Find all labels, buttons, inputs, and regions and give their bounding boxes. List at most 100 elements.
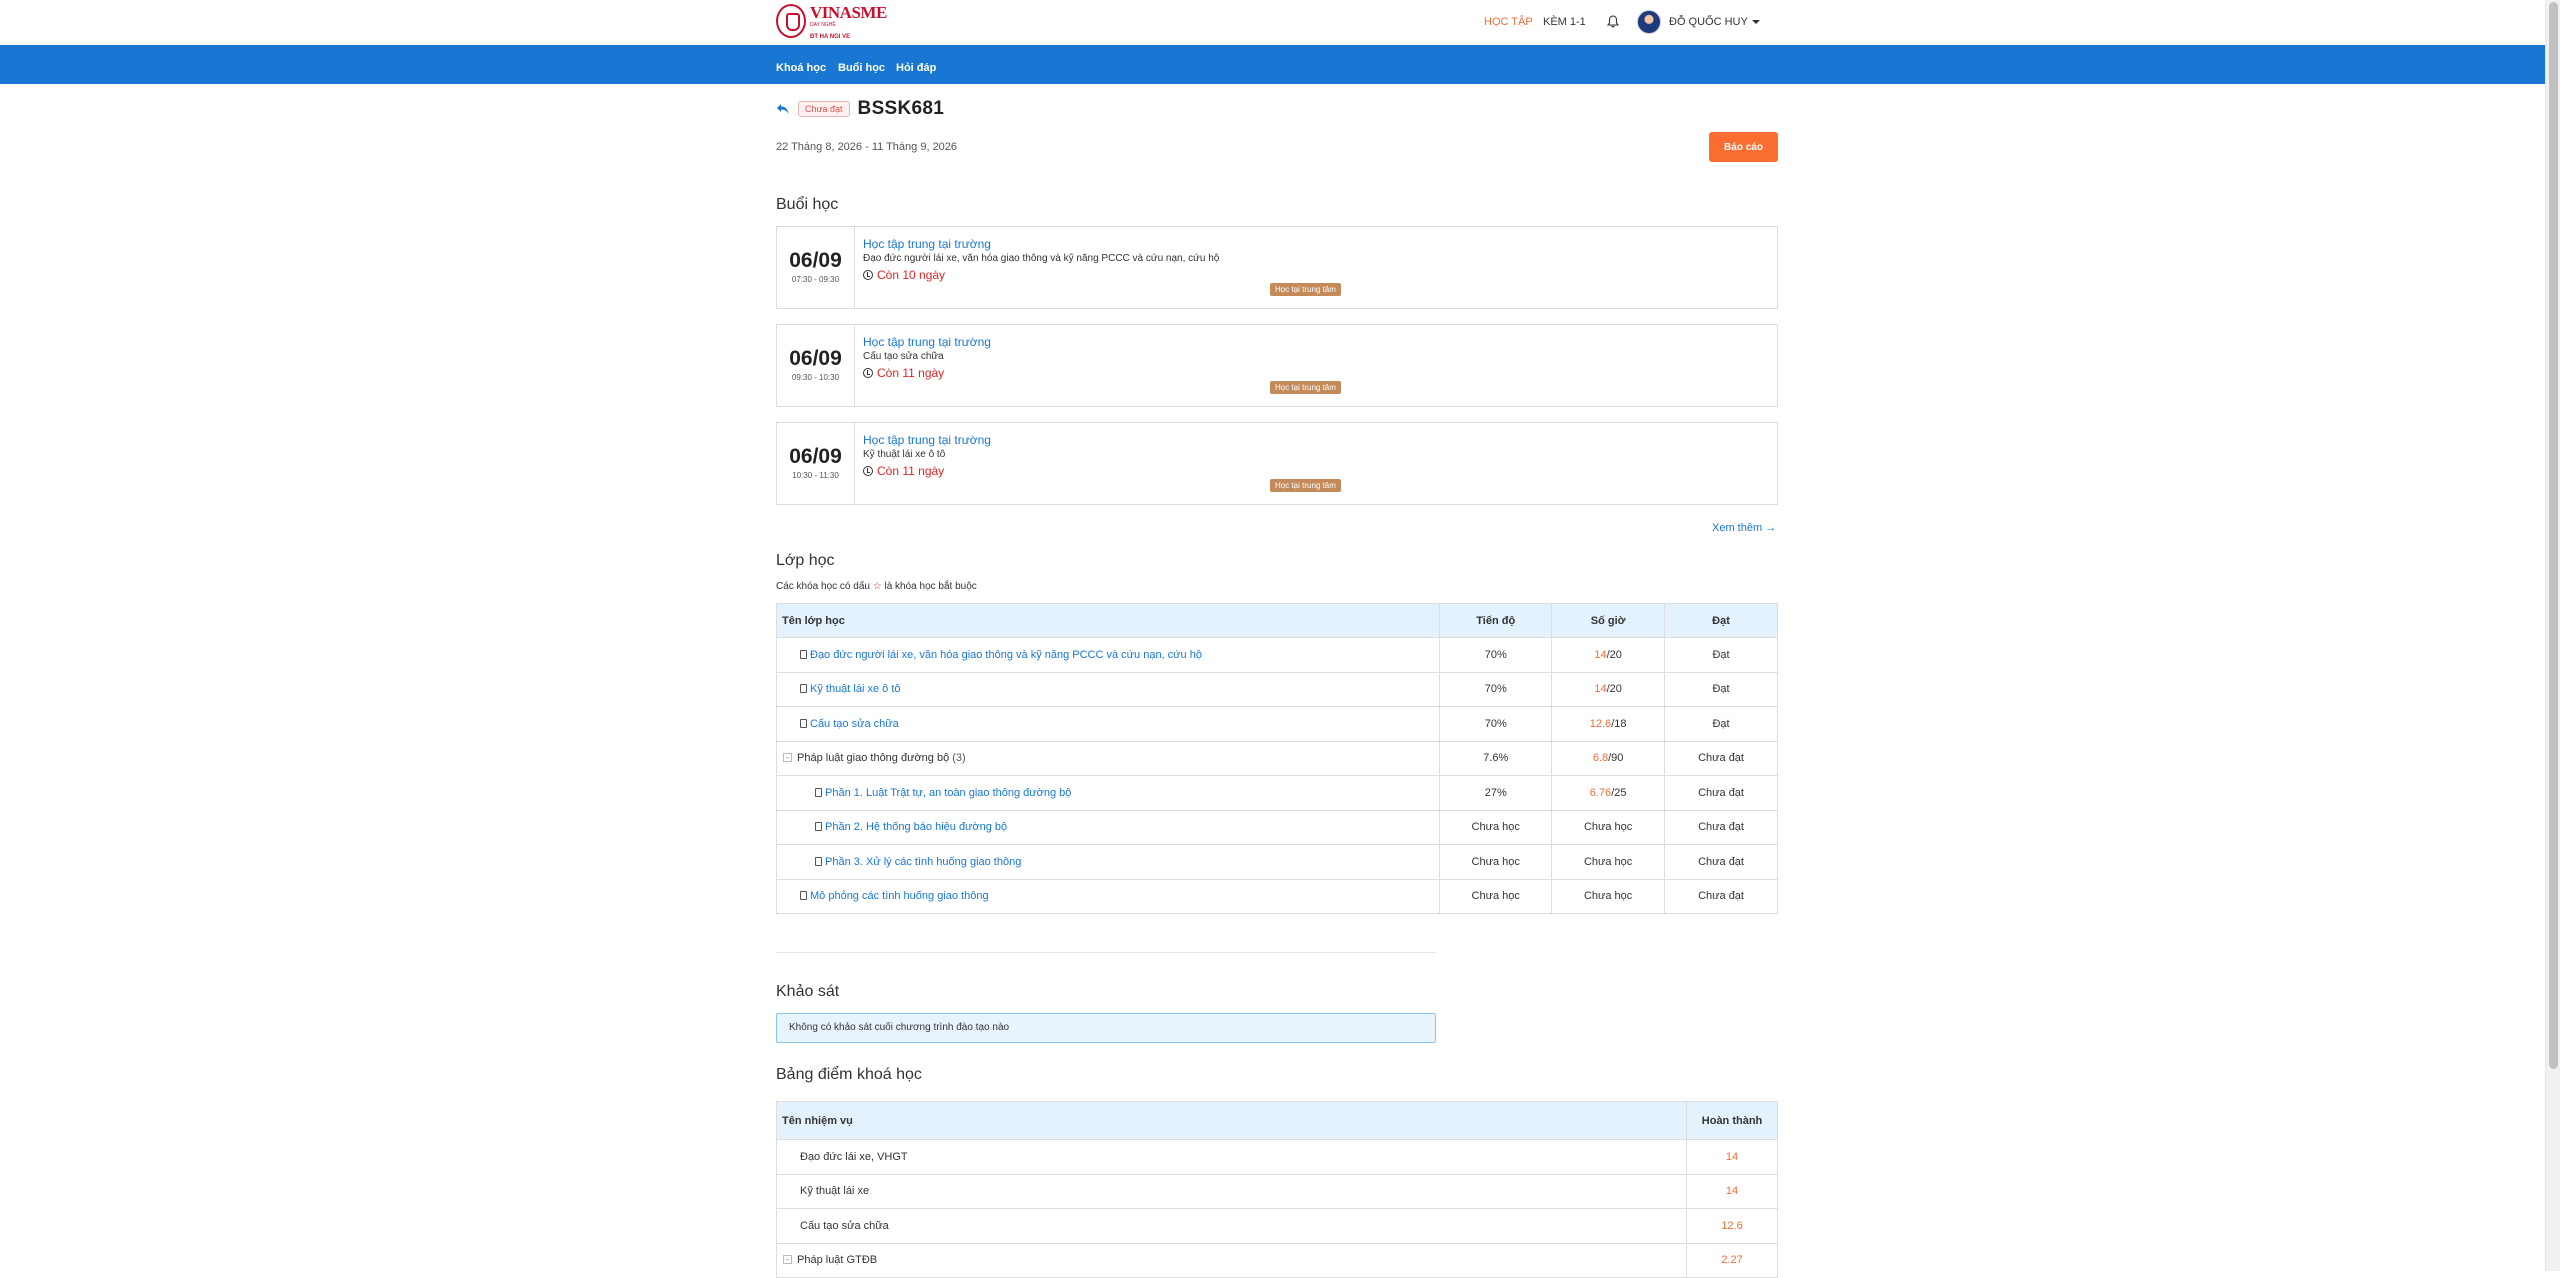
document-icon [815,787,822,797]
document-icon [800,684,807,694]
session-remain: Còn 10 ngày [863,268,945,282]
hours-done: 14 [1594,648,1607,661]
session-card[interactable]: 06/09 07:30 - 09:30 Học tập trung tại tr… [776,226,1778,309]
table-header-row: Tên lớp học Tiến độ Số giờ Đạt [775,603,1778,638]
note-after: là khóa học bắt buộc [884,581,977,592]
class-progress: Chưa học [1439,878,1553,914]
group-name: Pháp luật giao thông đường bộ [797,752,950,765]
scores-heading: Bảng điểm khoá học [776,1066,922,1083]
document-icon [800,891,807,901]
nav-kem-1-1[interactable]: KÈM 1-1 [1543,16,1586,28]
session-title[interactable]: Học tập trung tại trường [863,335,991,349]
class-hours: Chưa học [1551,809,1666,845]
session-remain: Còn 11 ngày [863,366,944,380]
course-title-row: Chưa đạt BSSK681 [776,96,944,122]
class-pass: Chưa đạt [1664,878,1778,914]
nav-buoi-hoc[interactable]: Buổi học [838,62,885,74]
table-row: Kỹ thuật lái xe ô tô 70% 14/20 Đạt [775,671,1778,707]
logo-sub: DAY NGHỀ [810,22,836,28]
class-progress: 70% [1439,706,1553,742]
report-button[interactable]: Báo cáo [1709,132,1778,162]
classes-table: Tên lớp học Tiến độ Số giờ Đạt Đạo đức n… [775,603,1778,914]
class-hours: 14/20 [1551,637,1666,673]
class-hours: Chưa học [1551,878,1666,914]
session-tag: Học tại trung tâm [1270,283,1341,296]
group-count: (3) [952,752,966,765]
class-hours: 6.8/90 [1551,740,1666,776]
hours-total: /25 [1611,786,1627,799]
session-remain-text: Còn 10 ngày [877,268,946,282]
hours-total: /18 [1611,717,1627,730]
nav-hoi-dap[interactable]: Hỏi đáp [896,62,936,74]
class-link[interactable]: Cấu tạo sửa chữa [810,718,899,730]
hours-done: 6.76 [1589,786,1612,799]
class-link[interactable]: Kỹ thuật lái xe ô tô [810,683,901,695]
vinasme-logo[interactable]: VINASME DAY NGHỀ ĐT HA NGI VE [776,4,887,42]
logo-name: VINASME [810,3,887,22]
class-link[interactable]: Phần 3. Xử lý các tình huống giao thông [825,856,1021,868]
table-row-group: - Pháp luật giao thông đường bộ (3) 7.6% … [775,740,1778,776]
see-more-link[interactable]: Xem thêm → [1712,522,1776,534]
task-name: Đạo đức lái xe, VHGT [775,1139,1688,1175]
course-date-range: 22 Tháng 8, 2026 - 11 Tháng 9, 2026 [776,141,958,153]
document-icon [800,718,807,728]
session-remain: Còn 11 ngày [863,464,944,478]
scrollbar-thumb[interactable] [2549,2,2558,1069]
session-tag: Học tại trung tâm [1270,381,1341,394]
hours-done: 14 [1594,683,1607,696]
note-before: Các khóa học có dấu [776,581,870,592]
col-header-hours: Số giờ [1551,603,1666,638]
session-card[interactable]: 06/09 10:30 - 11:30 Học tập trung tại tr… [776,422,1778,505]
class-progress: 70% [1439,637,1553,673]
logo-sub2: ĐT HA NGI VE [810,34,851,40]
task-name: Pháp luật GTĐB [797,1254,878,1267]
col-header-done: Hoàn thành [1686,1101,1778,1140]
task-value: 12.6 [1686,1208,1778,1244]
class-hours: 6.76/25 [1551,775,1666,811]
class-progress: 27% [1439,775,1553,811]
session-day: 06/09 [789,347,842,370]
class-link[interactable]: Phần 1. Luật Trật tự, an toàn giao thông… [825,787,1071,799]
class-hours: 12.6/18 [1551,706,1666,742]
user-menu[interactable]: ĐỖ QUỐC HUY [1669,16,1760,28]
session-title[interactable]: Học tập trung tại trường [863,237,991,251]
session-time: 07:30 - 09:30 [791,275,840,284]
class-pass: Đạt [1664,637,1778,673]
task-name: Kỹ thuật lái xe [775,1173,1688,1209]
hours-total: /20 [1606,683,1622,696]
collapse-toggle[interactable]: - [783,1255,792,1265]
session-tag: Học tại trung tâm [1270,479,1341,492]
user-avatar[interactable] [1637,10,1661,34]
clock-icon [863,466,873,476]
user-name: ĐỖ QUỐC HUY [1669,16,1748,28]
document-icon [815,856,822,866]
collapse-toggle[interactable]: - [783,753,792,763]
table-row: Kỹ thuật lái xe 14 [775,1173,1778,1209]
sessions-heading: Buổi học [776,196,839,213]
class-hours: 14/20 [1551,671,1666,707]
classes-heading: Lớp học [776,552,835,569]
scores-table: Tên nhiệm vụ Hoàn thành Đạo đức lái xe, … [775,1101,1778,1278]
class-link[interactable]: Mô phỏng các tình huống giao thông [810,890,989,902]
session-card[interactable]: 06/09 09:30 - 10:30 Học tập trung tại tr… [776,324,1778,407]
page-scrollbar[interactable] [2545,0,2560,1271]
class-link[interactable]: Đạo đức người lái xe, văn hóa giao thông… [810,649,1202,661]
bell-icon[interactable] [1607,15,1619,28]
table-row: Mô phỏng các tình huống giao thông Chưa … [775,878,1778,914]
back-arrow-icon[interactable] [776,102,790,116]
class-progress: 70% [1439,671,1553,707]
nav-khoa-hoc[interactable]: Khoá học [776,62,826,74]
nav-hoc-tap[interactable]: HỌC TẬP [1484,16,1533,28]
session-title[interactable]: Học tập trung tại trường [863,433,991,447]
class-link[interactable]: Phần 2. Hệ thống báo hiệu đường bộ [825,821,1007,833]
class-pass: Đạt [1664,671,1778,707]
col-header-progress: Tiến độ [1439,603,1553,638]
hours-done: 6.8 [1592,752,1609,765]
table-row: Đạo đức người lái xe, văn hóa giao thông… [775,637,1778,673]
table-row: Phần 1. Luật Trật tự, an toàn giao thông… [775,775,1778,811]
table-row: Cấu tạo sửa chữa 70% 12.6/18 Đạt [775,706,1778,742]
top-header: VINASME DAY NGHỀ ĐT HA NGI VE HỌC TẬP KÈ… [0,0,2545,45]
session-remain-text: Còn 11 ngày [877,366,945,380]
task-value: 2.27 [1686,1242,1778,1278]
class-pass: Chưa đạt [1664,844,1778,880]
